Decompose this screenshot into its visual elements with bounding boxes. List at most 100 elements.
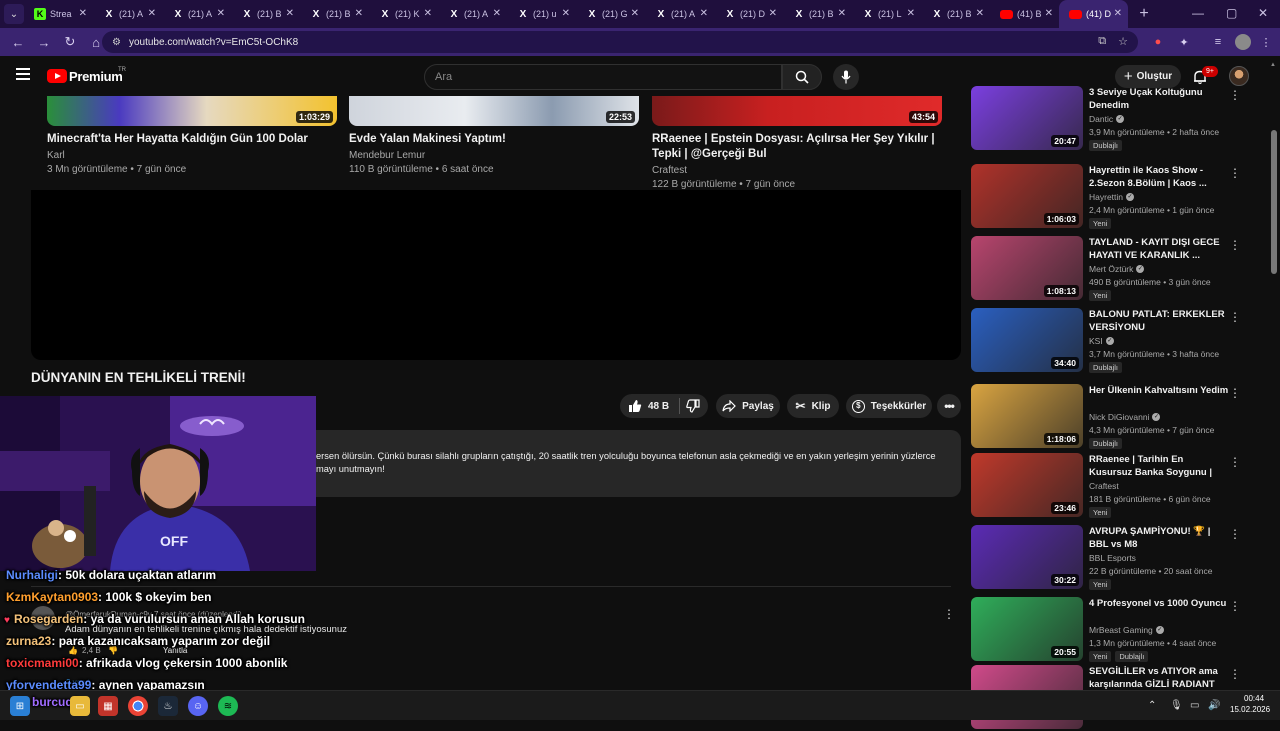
profile-avatar-icon[interactable] [1235, 34, 1251, 50]
close-tab-icon[interactable]: ✕ [631, 8, 639, 19]
bookmark-star-icon[interactable]: ☆ [1118, 35, 1128, 48]
related-video-title[interactable]: 4 Profesyonel vs 1000 Oyuncu [1089, 597, 1229, 610]
youtube-brand[interactable]: Premium [69, 69, 123, 84]
channel-name[interactable]: Craftest [1089, 481, 1119, 491]
site-info-icon[interactable]: ⚙ [112, 37, 121, 48]
video-player[interactable] [31, 190, 961, 360]
close-tab-icon[interactable]: ✕ [355, 8, 363, 19]
scroll-up-arrow-icon[interactable]: ▲ [1270, 62, 1276, 68]
browser-tab[interactable]: X (21) B ✕ [231, 0, 300, 28]
channel-name[interactable]: Mert Öztürk [1089, 264, 1133, 274]
browser-tab[interactable]: X (21) A ✕ [438, 0, 507, 28]
close-tab-icon[interactable]: ✕ [286, 8, 294, 19]
tab-search-icon[interactable]: ⌄ [4, 4, 24, 24]
related-video-title[interactable]: Her Ülkenin Kahvaltısını Yedim [1089, 384, 1229, 397]
related-video-thumbnail[interactable]: 1:18:06 [971, 384, 1083, 448]
display-tray-icon[interactable]: ▭ [1190, 700, 1199, 711]
related-video-item[interactable]: 23:46 RRaenee | Tarihin En Kusursuz Banka… [971, 453, 1261, 519]
channel-name[interactable]: Hayrettin [1089, 192, 1123, 202]
related-video-thumbnail[interactable]: 1:06:03 [971, 164, 1083, 228]
spotify-icon[interactable]: ≋ [218, 696, 238, 716]
channel-name[interactable]: KSI [1089, 336, 1103, 346]
related-video-title[interactable]: 3 Seviye Uçak Koltuğunu Denedim [1089, 86, 1229, 112]
related-video-channel[interactable]: Dantic ✓ [1089, 114, 1125, 124]
related-video-thumbnail[interactable]: 34:40 [971, 308, 1083, 372]
reco-title[interactable]: Minecraft'ta Her Hayatta Kaldığın Gün 10… [47, 132, 337, 147]
video-more-icon[interactable]: ⋮ [1229, 310, 1241, 324]
search-input[interactable] [435, 71, 765, 83]
browser-tab[interactable]: X (21) B ✕ [921, 0, 990, 28]
video-more-icon[interactable]: ⋮ [1229, 166, 1241, 180]
close-tab-icon[interactable]: ✕ [562, 8, 570, 19]
video-more-icon[interactable]: ⋮ [1229, 599, 1241, 613]
related-video-item[interactable]: 20:55 4 Profesyonel vs 1000 Oyuncu MrBeast… [971, 597, 1261, 663]
reco-title[interactable]: RRaenee | Epstein Dosyası: Açılırsa Her … [652, 132, 947, 162]
extensions-puzzle-icon[interactable]: ✦ [1176, 34, 1192, 50]
thanks-button[interactable]: $ Teşekkürler [846, 394, 932, 418]
reco-channel[interactable]: Mendebur Lemur [349, 150, 639, 161]
reco-thumbnail[interactable]: 1:03:29 [47, 96, 337, 126]
close-tab-icon[interactable]: ✕ [148, 8, 156, 19]
reload-icon[interactable]: ↻ [58, 30, 82, 54]
related-video-thumbnail[interactable]: 23:46 [971, 453, 1083, 517]
related-video-title[interactable]: RRaenee | Tarihin En Kusursuz Banka Soyg… [1089, 453, 1229, 479]
related-video-title[interactable]: Hayrettin ile Kaos Show - 2.Sezon 8.Bölü… [1089, 164, 1229, 190]
close-tab-icon[interactable]: ✕ [424, 8, 432, 19]
related-video-channel[interactable]: Craftest [1089, 481, 1119, 491]
account-avatar[interactable] [1229, 66, 1249, 86]
browser-tab[interactable]: X (21) A ✕ [645, 0, 714, 28]
related-video-item[interactable]: 1:08:13 TAYLAND - KAYIT DIŞI GECE HAYATI … [971, 236, 1261, 302]
reco-channel[interactable]: Karl [47, 150, 337, 161]
browser-tab[interactable]: X (21) D ✕ [714, 0, 783, 28]
maximize-icon[interactable]: ▢ [1226, 6, 1237, 20]
new-tab-icon[interactable]: + [1132, 5, 1156, 23]
minimize-icon[interactable]: — [1192, 6, 1204, 20]
start-icon[interactable]: ⊞ [10, 696, 30, 716]
related-video-title[interactable]: BALONU PATLAT: ERKEKLER VERSİYONU [1089, 308, 1229, 334]
youtube-logo-icon[interactable] [47, 69, 67, 83]
related-video-channel[interactable]: KSI ✓ [1089, 336, 1114, 346]
close-window-icon[interactable]: ✕ [1258, 6, 1268, 20]
page-scrollbar[interactable] [1271, 130, 1277, 274]
close-tab-icon[interactable]: ✕ [769, 8, 777, 19]
channel-name[interactable]: Dantic [1089, 114, 1113, 124]
related-video-thumbnail[interactable]: 1:08:13 [971, 236, 1083, 300]
related-video-item[interactable]: 30:22 AVRUPA ŞAMPİYONU! 🏆 | BBL vs M8 BBL … [971, 525, 1261, 591]
comment-more-icon[interactable]: ⋮ [943, 607, 955, 621]
video-more-icon[interactable]: ⋮ [1229, 455, 1241, 469]
browser-tab[interactable]: X (21) B ✕ [300, 0, 369, 28]
related-video-thumbnail[interactable]: 30:22 [971, 525, 1083, 589]
browser-tab[interactable]: X (21) L ✕ [852, 0, 921, 28]
close-tab-icon[interactable]: ✕ [493, 8, 501, 19]
close-tab-icon[interactable]: ✕ [976, 8, 984, 19]
microphone-tray-icon[interactable]: 🎙 [1170, 700, 1183, 711]
reco-channel[interactable]: Craftest [652, 165, 942, 176]
store-icon[interactable]: ▦ [98, 696, 118, 716]
related-video-item[interactable]: 34:40 BALONU PATLAT: ERKEKLER VERSİYONU KS… [971, 308, 1261, 374]
related-video-channel[interactable]: Mert Öztürk ✓ [1089, 264, 1145, 274]
voice-search-button[interactable] [833, 64, 859, 90]
related-video-channel[interactable]: Hayrettin ✓ [1089, 192, 1135, 202]
browser-tab[interactable]: X (21) G ✕ [576, 0, 645, 28]
browser-menu-icon[interactable]: ⋮ [1258, 34, 1274, 50]
search-button[interactable] [782, 64, 822, 90]
like-button[interactable]: 48 B [620, 394, 708, 418]
browser-tab[interactable]: X (21) u ✕ [507, 0, 576, 28]
menu-hamburger-icon[interactable] [16, 68, 30, 80]
related-video-item[interactable]: 1:06:03 Hayrettin ile Kaos Show - 2.Sezon… [971, 164, 1261, 230]
browser-tab[interactable]: (41) D ✕ [1059, 0, 1128, 28]
reco-card-2[interactable]: 43:54 RRaenee | Epstein Dosyası: Açılırs… [652, 96, 942, 190]
related-video-channel[interactable]: MrBeast Gaming ✓ [1089, 625, 1164, 635]
close-tab-icon[interactable]: ✕ [1114, 8, 1122, 19]
close-tab-icon[interactable]: ✕ [79, 8, 87, 19]
clip-button[interactable]: ✂ Klip [787, 394, 839, 418]
related-video-channel[interactable]: Nick DiGiovanni ✓ [1089, 412, 1161, 422]
browser-tab[interactable]: X (21) A ✕ [162, 0, 231, 28]
related-video-title[interactable]: AVRUPA ŞAMPİYONU! 🏆 | BBL vs M8 [1089, 525, 1229, 551]
share-button[interactable]: Paylaş [716, 394, 780, 418]
forward-icon[interactable]: → [32, 30, 56, 54]
video-more-icon[interactable]: ⋮ [1229, 527, 1241, 541]
reco-title[interactable]: Evde Yalan Makinesi Yaptım! [349, 132, 639, 147]
video-more-icon[interactable]: ⋮ [1229, 88, 1241, 102]
related-video-thumbnail[interactable]: 20:55 [971, 597, 1083, 661]
